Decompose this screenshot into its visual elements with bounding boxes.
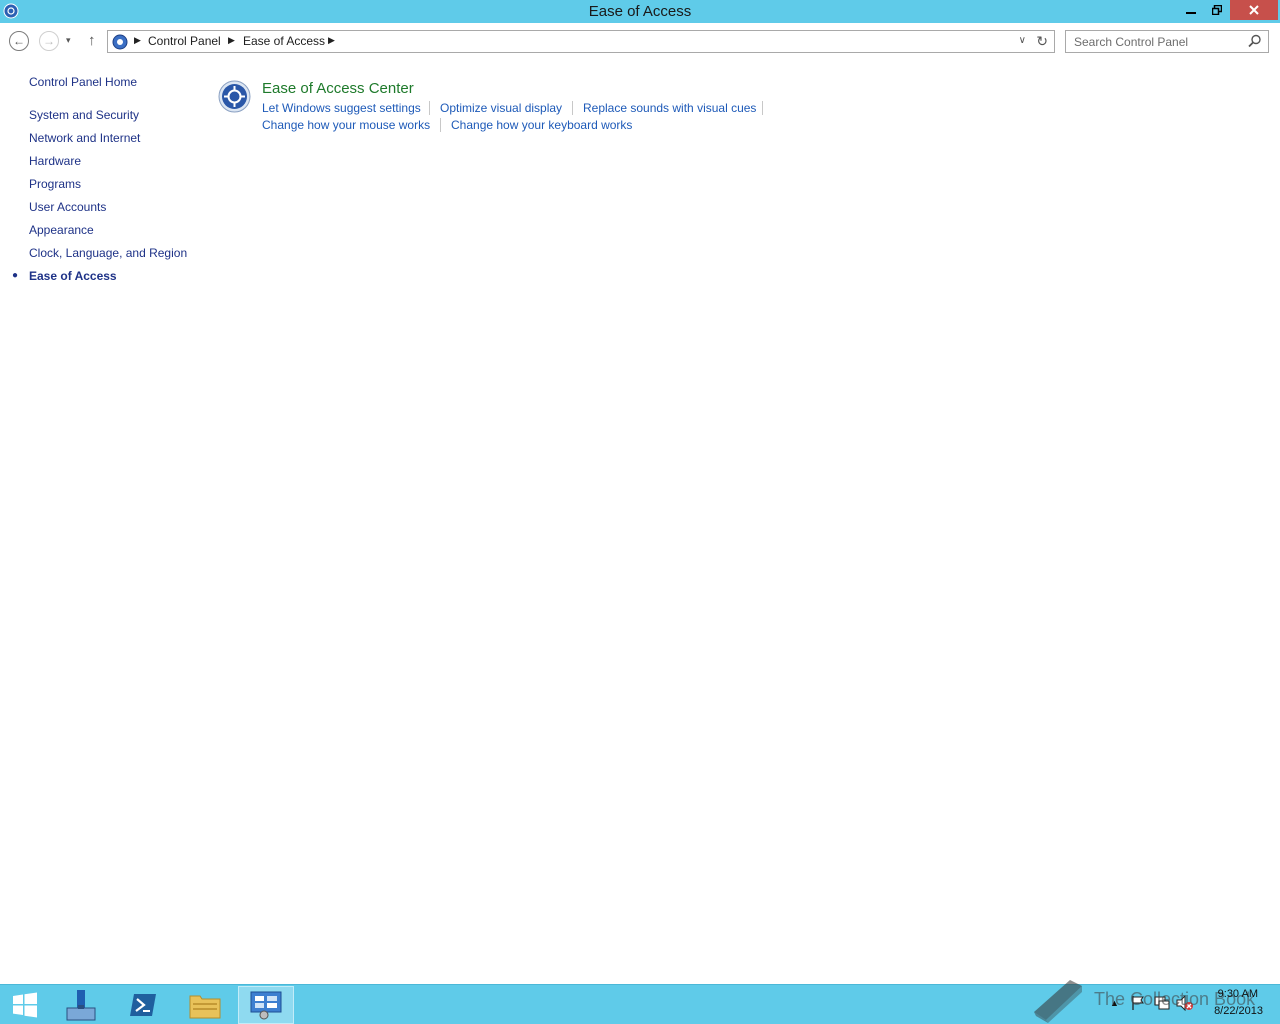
navigation-bar: ← → ▾ ↑ ▶ Control Panel ▶ Ease of Access… [0,23,1280,59]
link-divider [440,118,441,132]
sidebar-item-programs[interactable]: Programs [29,177,81,191]
minimize-button[interactable] [1178,0,1204,20]
let-windows-suggest-settings-link[interactable]: Let Windows suggest settings [262,101,421,115]
search-box[interactable] [1065,30,1269,53]
chevron-right-icon[interactable]: ▶ [134,35,141,46]
restore-button[interactable] [1204,0,1230,20]
chevron-right-icon[interactable]: ▶ [228,35,235,46]
breadcrumb-ease-of-access[interactable]: Ease of Access [243,34,325,48]
file-explorer-taskbar-button[interactable] [177,986,233,1024]
folder-icon [189,995,221,1019]
search-input[interactable] [1066,31,1246,52]
current-item-bullet: ● [12,270,19,281]
close-button[interactable] [1230,0,1278,20]
control-panel-icon [112,34,128,50]
sidebar-item-appearance[interactable]: Appearance [29,223,94,237]
sidebar-item-hardware[interactable]: Hardware [29,154,81,168]
control-panel-window: Ease of Access ← → ▾ ↑ ▶ Control Panel ▶ [0,0,1280,984]
sidebar-item-system-and-security[interactable]: System and Security [29,108,139,122]
recent-locations-button[interactable]: ▾ [66,35,71,46]
change-keyboard-link[interactable]: Change how your keyboard works [451,118,632,132]
sidebar-item-ease-of-access: Ease of Access [29,269,117,283]
back-button[interactable]: ← [9,31,29,51]
optimize-visual-display-link[interactable]: Optimize visual display [440,101,562,115]
breadcrumb-control-panel[interactable]: Control Panel [148,34,221,48]
minimize-icon [1186,12,1196,14]
link-divider [429,101,430,115]
server-manager-taskbar-button[interactable] [53,986,109,1024]
clock-time[interactable]: 9:30 AM [1200,988,1258,1000]
powershell-icon [130,994,156,1016]
arrow-right-icon: → [43,34,55,48]
ease-of-access-center-link[interactable]: Ease of Access Center [262,80,414,97]
book-logo-icon [1034,980,1082,1023]
arrow-left-icon: ← [13,34,25,48]
ease-of-access-icon[interactable] [218,80,251,113]
link-divider [572,101,573,115]
search-icon[interactable] [1248,34,1262,48]
up-button[interactable]: ↑ [88,32,96,49]
refresh-icon[interactable]: ↻ [1036,33,1048,50]
sidebar-item-user-accounts[interactable]: User Accounts [29,200,106,214]
replace-sounds-link[interactable]: Replace sounds with visual cues [583,101,756,115]
link-divider [762,101,763,115]
address-bar[interactable]: ▶ Control Panel ▶ Ease of Access ▶ ∨ ↻ [107,30,1055,53]
change-mouse-link[interactable]: Change how your mouse works [262,118,430,132]
windows-logo-icon [13,992,37,1018]
sidebar-item-clock-language-region[interactable]: Clock, Language, and Region [29,246,187,260]
title-bar[interactable]: Ease of Access [0,0,1280,23]
start-button[interactable] [0,986,50,1024]
forward-button[interactable]: → [39,31,59,51]
clock-date[interactable]: 8/22/2013 [1200,1005,1263,1017]
chevron-down-icon[interactable]: ∨ [1019,35,1026,46]
sidebar-item-network-and-internet[interactable]: Network and Internet [29,131,140,145]
window-title: Ease of Access [588,3,692,20]
close-icon [1249,5,1259,15]
restore-icon [1212,5,1222,15]
server-manager-icon [66,990,96,1021]
control-panel-taskbar-button[interactable] [238,986,294,1024]
powershell-taskbar-button[interactable] [115,986,171,1024]
chevron-right-icon[interactable]: ▶ [328,35,335,46]
sidebar-item-control-panel-home[interactable]: Control Panel Home [29,75,137,89]
control-panel-icon [250,991,282,1020]
